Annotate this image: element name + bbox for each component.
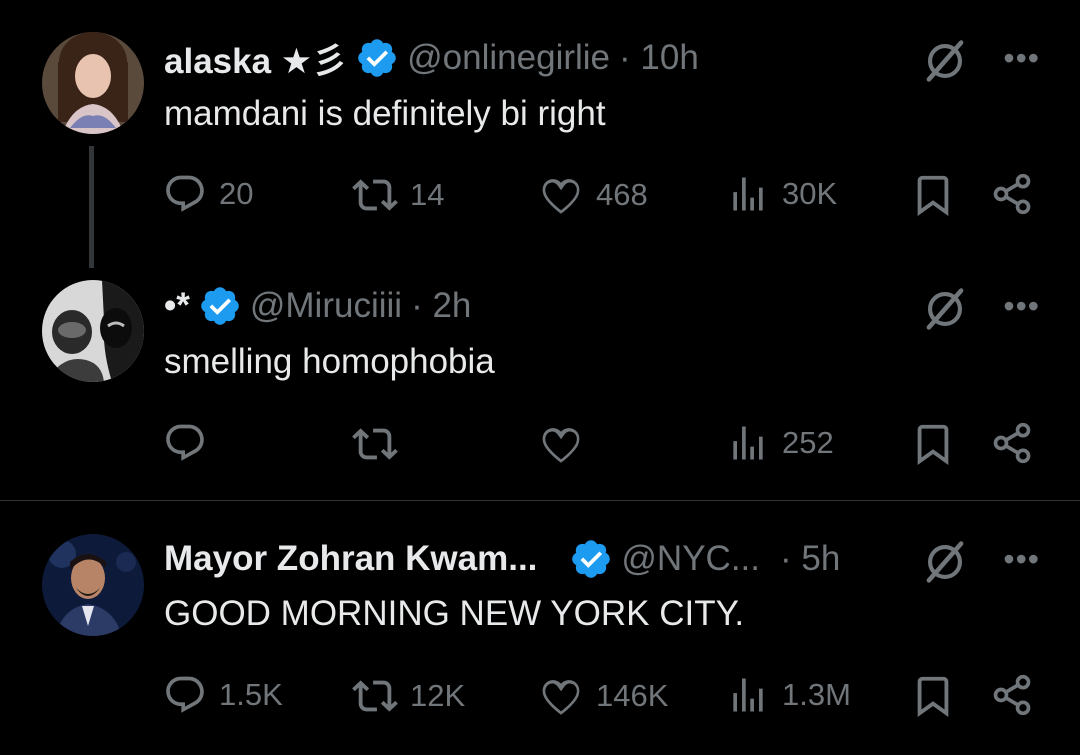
action-bar: 1.5K 12K 146K 1.3M <box>0 673 1080 723</box>
like-button[interactable]: 146K <box>538 673 668 719</box>
more-icon[interactable]: ••• <box>1003 40 1040 77</box>
grok-icon[interactable] <box>922 286 968 337</box>
tweet-header: Mayor Zohran Kwam... @NYC... · 5h <box>164 534 840 584</box>
more-icon[interactable]: ••• <box>1003 541 1040 578</box>
tweet-2[interactable]: •* @Miruciiii · 2h ••• smelling homophob… <box>0 275 1080 500</box>
bookmark-button[interactable] <box>910 421 956 467</box>
like-icon <box>538 673 584 719</box>
view-count: 1.3M <box>782 677 851 712</box>
share-button[interactable] <box>990 421 1034 465</box>
reply-icon <box>163 673 207 717</box>
like-button[interactable] <box>538 421 596 467</box>
tweet-text: GOOD MORNING NEW YORK CITY. <box>164 594 745 633</box>
reply-count: 1.5K <box>219 677 283 712</box>
like-icon <box>538 172 584 218</box>
bookmark-icon <box>910 673 956 719</box>
repost-count: 12K <box>410 678 466 713</box>
views-button[interactable]: 252 <box>726 421 834 465</box>
repost-button[interactable] <box>352 421 410 467</box>
tweet-header: alaska ★彡 @onlinegirlie · 10h <box>164 33 699 83</box>
more-icon[interactable]: ••• <box>1003 288 1040 325</box>
username[interactable]: @onlinegirlie <box>407 38 610 78</box>
avatar[interactable] <box>42 280 144 382</box>
repost-button[interactable]: 14 <box>352 172 444 218</box>
avatar[interactable] <box>42 534 144 636</box>
repost-icon <box>352 421 398 467</box>
repost-button[interactable]: 12K <box>352 673 465 719</box>
views-button[interactable]: 1.3M <box>726 673 851 717</box>
reply-button[interactable]: 1.5K <box>163 673 283 717</box>
avatar[interactable] <box>42 32 144 134</box>
display-name[interactable]: Mayor Zohran Kwam... <box>164 539 537 579</box>
share-icon <box>990 673 1034 717</box>
views-button[interactable]: 30K <box>726 172 837 216</box>
reply-button[interactable]: 20 <box>163 172 253 216</box>
verified-badge-icon <box>198 284 242 328</box>
display-name[interactable]: •* <box>164 286 190 326</box>
reply-button[interactable] <box>163 421 219 465</box>
action-bar: 20 14 468 30K <box>0 172 1080 222</box>
view-count: 252 <box>782 425 834 460</box>
bookmark-icon <box>910 172 956 218</box>
action-bar: 252 <box>0 421 1080 471</box>
repost-icon <box>352 673 398 719</box>
bookmark-button[interactable] <box>910 673 956 719</box>
tweet-3[interactable]: Mayor Zohran Kwam... @NYC... · 5h ••• GO… <box>0 501 1080 755</box>
grok-icon[interactable] <box>922 539 968 590</box>
like-button[interactable]: 468 <box>538 172 648 218</box>
timestamp[interactable]: · 10h <box>619 38 699 78</box>
share-button[interactable] <box>990 172 1034 216</box>
reply-count: 20 <box>219 176 254 211</box>
grok-icon[interactable] <box>922 38 968 89</box>
verified-badge-icon <box>569 537 613 581</box>
views-icon <box>726 673 770 717</box>
bookmark-icon <box>910 421 956 467</box>
like-count: 146K <box>596 678 669 713</box>
reply-icon <box>163 172 207 216</box>
view-count: 30K <box>782 176 838 211</box>
display-name[interactable]: alaska ★彡 <box>164 33 347 84</box>
tweet-header: •* @Miruciiii · 2h <box>164 281 471 331</box>
timestamp[interactable]: · 2h <box>411 286 471 326</box>
share-icon <box>990 421 1034 465</box>
tweet-1[interactable]: alaska ★彡 @onlinegirlie · 10h ••• mamdan… <box>0 0 1080 275</box>
username[interactable]: @NYC... <box>621 539 760 579</box>
verified-badge-icon <box>355 36 399 80</box>
like-count: 468 <box>596 177 648 212</box>
tweet-text: smelling homophobia <box>164 342 495 381</box>
tweet-text: mamdani is definitely bi right <box>164 94 606 133</box>
share-button[interactable] <box>990 673 1034 717</box>
username[interactable]: @Miruciiii <box>250 286 402 326</box>
share-icon <box>990 172 1034 216</box>
repost-count: 14 <box>410 177 445 212</box>
bookmark-button[interactable] <box>910 172 956 218</box>
timestamp[interactable]: · 5h <box>780 539 840 579</box>
views-icon <box>726 421 770 465</box>
like-icon <box>538 421 584 467</box>
reply-icon <box>163 421 207 465</box>
views-icon <box>726 172 770 216</box>
repost-icon <box>352 172 398 218</box>
